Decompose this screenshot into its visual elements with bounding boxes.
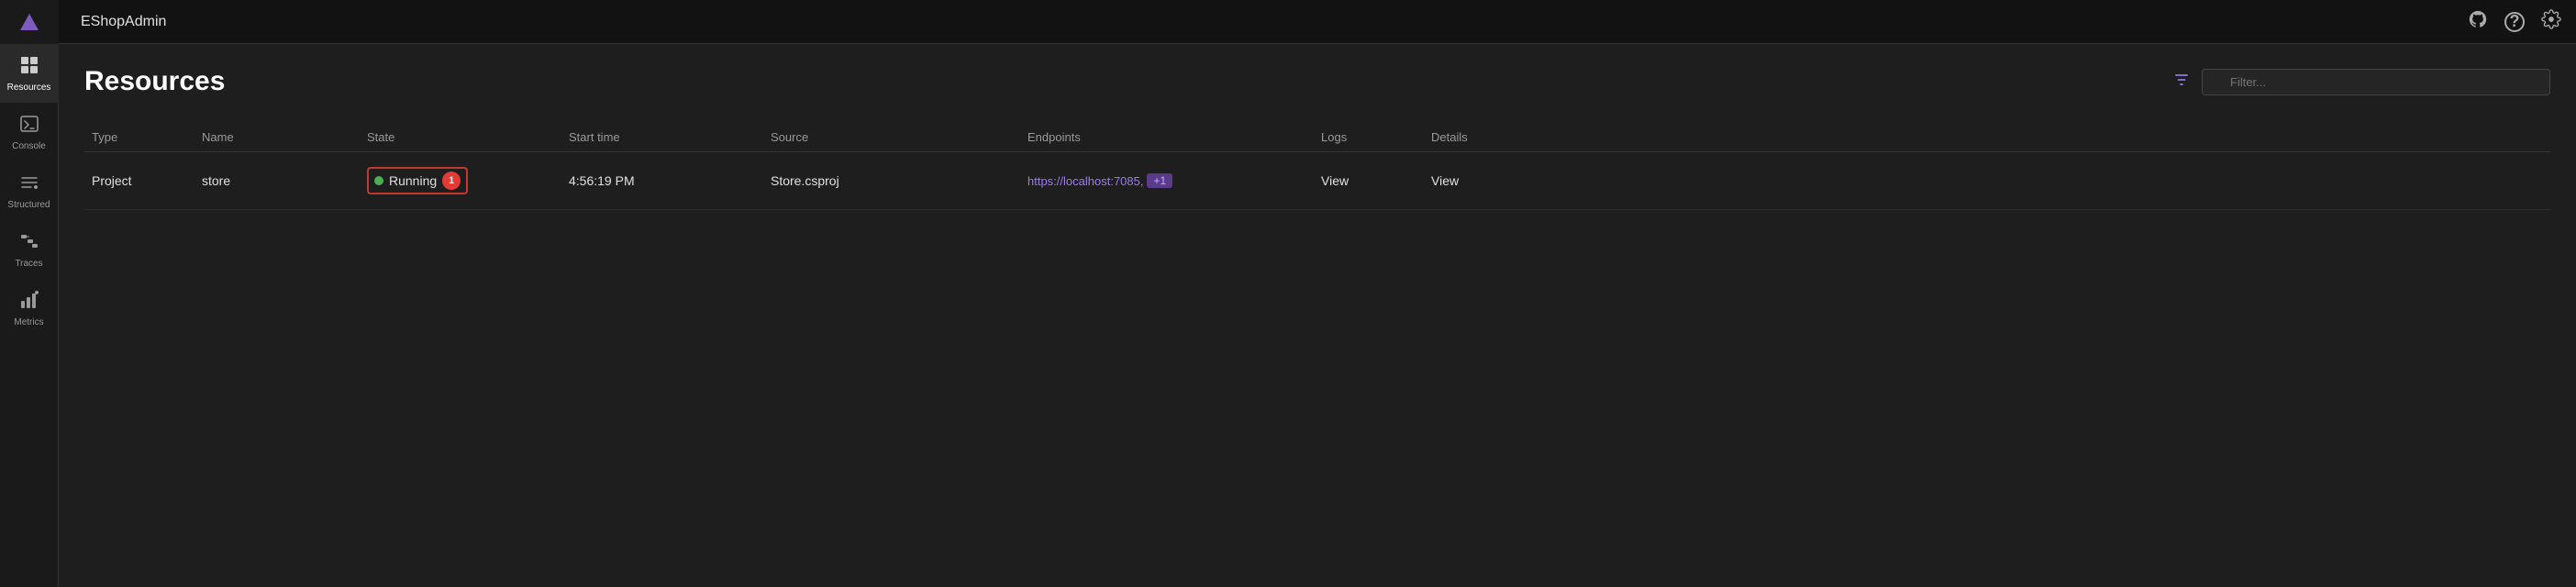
col-state: State xyxy=(360,130,561,144)
help-icon[interactable]: ? xyxy=(2504,12,2525,32)
endpoint-link[interactable]: https://localhost:7085, xyxy=(1027,174,1143,188)
resources-icon xyxy=(19,55,39,79)
cell-type: Project xyxy=(84,173,194,188)
sidebar-traces-label: Traces xyxy=(15,259,42,269)
col-logs: Logs xyxy=(1314,130,1424,144)
filter-icon[interactable] xyxy=(2172,71,2191,94)
sidebar-resources-label: Resources xyxy=(7,83,51,93)
logo-triangle-top xyxy=(20,14,39,30)
state-badge-container: Running 1 xyxy=(367,167,468,194)
logo-bar xyxy=(0,0,59,44)
sidebar-item-resources[interactable]: Resources xyxy=(0,44,59,103)
table-row: Project store Running 1 4:56:19 PM Store… xyxy=(84,152,2550,210)
col-source: Source xyxy=(763,130,1020,144)
col-type: Type xyxy=(84,130,194,144)
sidebar-item-traces[interactable]: Traces xyxy=(0,220,59,279)
resources-table: Type Name State Start time Source Endpoi… xyxy=(84,123,2550,210)
sidebar-metrics-label: Metrics xyxy=(14,317,43,327)
state-dot xyxy=(374,176,383,185)
structured-icon xyxy=(19,172,39,196)
sidebar-item-console[interactable]: Console xyxy=(0,103,59,161)
cell-starttime: 4:56:19 PM xyxy=(561,173,763,188)
cell-state: Running 1 xyxy=(360,167,561,194)
sidebar-item-metrics[interactable]: Metrics xyxy=(0,279,59,338)
sidebar: Resources Console Structured xyxy=(0,0,59,587)
traces-icon xyxy=(19,231,39,255)
col-name: Name xyxy=(194,130,360,144)
cell-name: store xyxy=(194,173,360,188)
sidebar-structured-label: Structured xyxy=(7,200,50,210)
page-title: Resources xyxy=(84,66,225,97)
col-starttime: Start time xyxy=(561,130,763,144)
sidebar-item-structured[interactable]: Structured xyxy=(0,161,59,220)
sidebar-console-label: Console xyxy=(12,141,46,151)
filter-wrapper xyxy=(2202,69,2550,95)
page-header: Resources xyxy=(84,66,2550,97)
header-actions xyxy=(2172,69,2550,95)
github-icon[interactable] xyxy=(2468,9,2488,35)
metrics-icon xyxy=(19,290,39,314)
col-details: Details xyxy=(1424,130,1534,144)
filter-input[interactable] xyxy=(2202,69,2550,95)
cell-source: Store.csproj xyxy=(763,173,1020,188)
cell-details[interactable]: View xyxy=(1424,173,1534,188)
logs-view-link[interactable]: View xyxy=(1321,173,1349,188)
cell-logs[interactable]: View xyxy=(1314,173,1424,188)
cell-endpoints: https://localhost:7085, +1 xyxy=(1020,173,1314,188)
state-text: Running xyxy=(389,173,437,188)
state-count-badge: 1 xyxy=(442,172,461,190)
col-endpoints: Endpoints xyxy=(1020,130,1314,144)
table-header: Type Name State Start time Source Endpoi… xyxy=(84,123,2550,152)
topbar-actions: ? xyxy=(2468,9,2561,35)
console-icon xyxy=(19,114,39,138)
topbar: EShopAdmin ? xyxy=(59,0,2576,44)
main-content: Resources Type Name State Sta xyxy=(59,44,2576,587)
app-title: EShopAdmin xyxy=(81,14,166,30)
endpoint-extra-badge: +1 xyxy=(1147,173,1172,188)
settings-icon[interactable] xyxy=(2541,9,2561,35)
details-view-link[interactable]: View xyxy=(1431,173,1459,188)
